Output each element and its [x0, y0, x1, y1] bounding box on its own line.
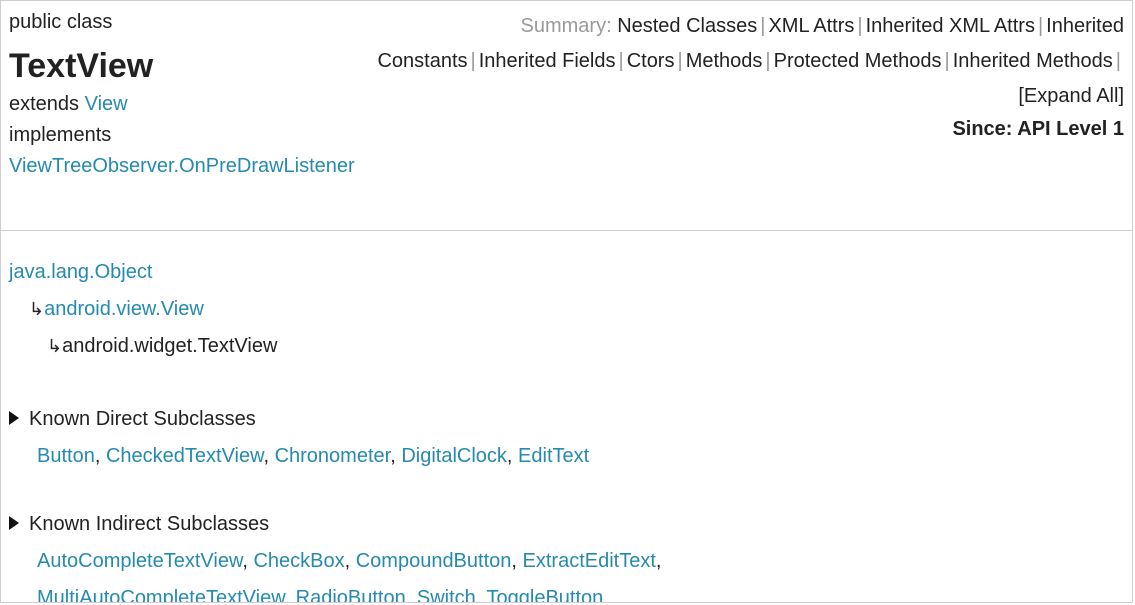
subclass-link-switch[interactable]: Switch — [417, 587, 476, 602]
subclass-link-chronometer[interactable]: Chronometer — [275, 445, 391, 467]
summary-link-methods[interactable]: Methods — [686, 50, 763, 72]
class-doc-page: public class TextView extends View imple… — [0, 0, 1133, 603]
expand-all-link[interactable]: [Expand All] — [1018, 85, 1124, 107]
subclass-link-multiautocompletetextview[interactable]: MultiAutoCompleteTextView — [37, 587, 285, 602]
subclass-link-autocompletetextview[interactable]: AutoCompleteTextView — [37, 550, 242, 572]
separator: | — [944, 50, 950, 72]
subclass-link-compoundbutton[interactable]: CompoundButton — [356, 550, 512, 572]
subclass-link-digitalclock[interactable]: DigitalClock — [401, 445, 507, 467]
corner-arrow-icon: ↳ — [29, 299, 45, 319]
direct-subclasses-title: Known Direct Subclasses — [29, 408, 256, 430]
indirect-subclasses-section: Known Indirect Subclasses AutoCompleteTe… — [9, 506, 662, 602]
indirect-subclasses-toggle[interactable]: Known Indirect Subclasses — [9, 506, 661, 543]
inheritance-link-view[interactable]: android.view.View — [44, 298, 204, 320]
extends-link-view[interactable]: View — [85, 93, 128, 115]
summary-link-ctors[interactable]: Ctors — [627, 50, 675, 72]
expand-triangle-icon — [9, 515, 19, 530]
indirect-subclasses-list-line1: AutoCompleteTextView, CheckBox, Compound… — [37, 550, 662, 572]
subclass-link-button[interactable]: Button — [37, 445, 95, 467]
summary-link-inherited-methods[interactable]: Inherited Methods — [953, 50, 1113, 72]
subclass-link-radiobutton[interactable]: RadioButton — [296, 587, 406, 602]
corner-arrow-icon: ↳ — [47, 336, 63, 356]
inheritance-link-object[interactable]: java.lang.Object — [9, 261, 152, 283]
direct-subclasses-list: Button, CheckedTextView, Chronometer, Di… — [37, 445, 590, 467]
separator: | — [618, 50, 624, 72]
inheritance-current-class: android.widget.TextView — [62, 335, 278, 357]
subclass-link-checkedtextview[interactable]: CheckedTextView — [106, 445, 264, 467]
direct-subclasses-toggle[interactable]: Known Direct Subclasses — [9, 401, 589, 438]
summary-link-inherited-xml-attrs[interactable]: Inherited XML Attrs — [866, 15, 1035, 37]
header-divider — [1, 230, 1132, 231]
direct-subclasses-section: Known Direct Subclasses Button, CheckedT… — [9, 401, 589, 475]
subclass-link-extractedittext[interactable]: ExtractEditText — [523, 550, 656, 572]
inheritance-tree: java.lang.Object ↳android.view.View ↳and… — [9, 254, 277, 365]
implements-link-ontpredrawlistener[interactable]: ViewTreeObserver.OnPreDrawListener — [9, 155, 355, 177]
implements-line: ViewTreeObserver.OnPreDrawListener — [9, 151, 529, 182]
inheritance-parent: ↳android.view.View — [9, 291, 277, 328]
separator: | — [760, 15, 766, 37]
inheritance-current: ↳android.widget.TextView — [9, 328, 277, 365]
summary-link-nested-classes[interactable]: Nested Classes — [617, 15, 757, 37]
summary-link-inherited-fields[interactable]: Inherited Fields — [479, 50, 616, 72]
extends-label: extends — [9, 93, 80, 115]
separator: | — [1037, 15, 1044, 37]
separator: | — [470, 50, 476, 72]
subclass-link-togglebutton[interactable]: ToggleButton — [487, 587, 604, 602]
separator: | — [857, 15, 863, 37]
indirect-subclasses-list-line2: MultiAutoCompleteTextView, RadioButton, … — [9, 580, 661, 602]
expand-triangle-icon — [9, 410, 19, 425]
summary-label: Summary: — [520, 15, 612, 37]
separator: | — [1115, 50, 1121, 72]
separator: | — [765, 50, 771, 72]
summary-nav: Summary: Nested Classes | XML Attrs | Inheri… — [344, 9, 1124, 144]
summary-nav-links: Summary: Nested Classes | XML Attrs | Inheri… — [344, 9, 1124, 114]
summary-link-xml-attrs[interactable]: XML Attrs — [768, 15, 854, 37]
subclass-link-checkbox[interactable]: CheckBox — [253, 550, 344, 572]
indirect-subclasses-title: Known Indirect Subclasses — [29, 513, 270, 535]
subclass-link-edittext[interactable]: EditText — [518, 445, 589, 467]
since-api-level: Since: API Level 1 — [952, 118, 1124, 140]
separator: | — [677, 50, 683, 72]
inheritance-root: java.lang.Object — [9, 254, 277, 291]
summary-link-protected-methods[interactable]: Protected Methods — [774, 50, 942, 72]
